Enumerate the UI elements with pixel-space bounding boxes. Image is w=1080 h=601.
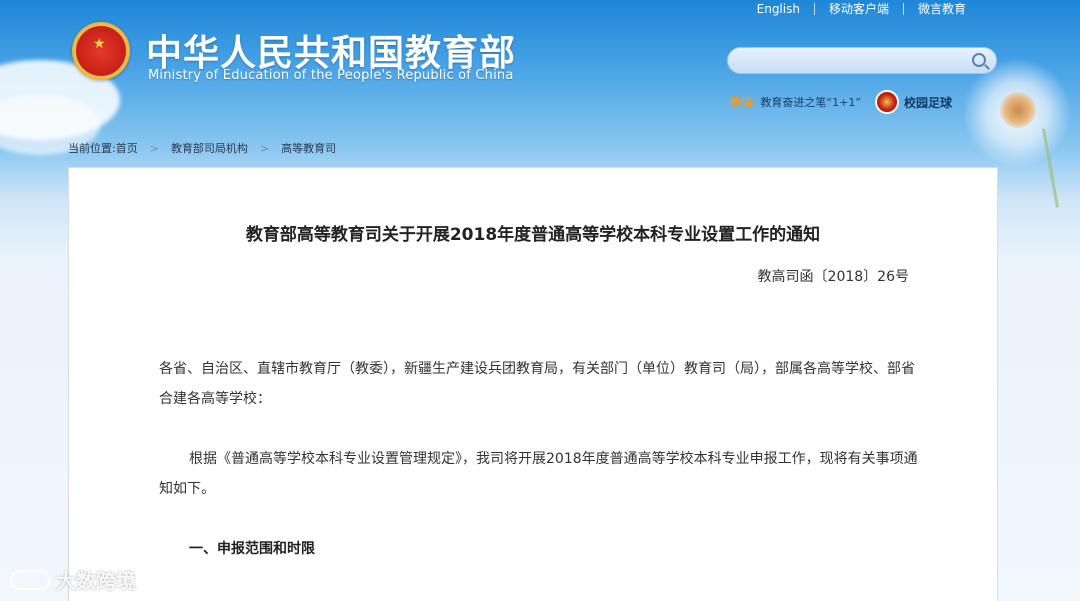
hot-word-link[interactable]: 教育奋进之笔“1+1” <box>760 94 861 110</box>
watermark-logo-icon <box>10 569 50 590</box>
site-subtitle: Ministry of Education of the People's Re… <box>148 68 514 83</box>
breadcrumb-prefix: 当前位置: <box>68 142 116 155</box>
watermark: 大数跨境 <box>10 565 136 594</box>
article-paragraph: 各省、自治区、直辖市教育厅（教委），新疆生产建设兵团教育局，有关部门（单位）教育… <box>159 361 915 407</box>
breadcrumb-home[interactable]: 首页 <box>116 140 138 156</box>
top-links: English 移动客户端 微言教育 <box>743 0 980 17</box>
football-icon[interactable] <box>875 90 900 114</box>
dandelion-core-decoration <box>1000 92 1036 128</box>
hot-words-label: 热词: <box>730 96 757 109</box>
breadcrumb-higher-education[interactable]: 高等教育司 <box>281 140 336 156</box>
article-panel: 教育部高等教育司关于开展2018年度普通高等学校本科专业设置工作的通知 教高司函… <box>68 167 998 601</box>
link-weiyan-jiaoyu[interactable]: 微言教育 <box>904 0 980 17</box>
breadcrumb: 当前位置: 首页 > 教育部司局机构 > 高等教育司 <box>68 140 336 156</box>
link-mobile-client[interactable]: 移动客户端 <box>815 0 903 17</box>
breadcrumb-separator: > <box>149 141 159 155</box>
campus-football-link[interactable]: 校园足球 <box>904 94 952 111</box>
watermark-text: 大数跨境 <box>56 569 136 593</box>
national-emblem-logo[interactable]: ★ <box>72 22 130 80</box>
article-paragraph: 根据《普通高等学校本科专业设置管理规定》，我司将开展2018年度普通高等学校本科… <box>159 451 918 497</box>
hot-words: 热词: 教育奋进之笔“1+1” 校园足球 <box>730 90 952 114</box>
search-box <box>727 47 997 74</box>
breadcrumb-departments[interactable]: 教育部司局机构 <box>171 140 248 156</box>
document-number: 教高司函〔2018〕26号 <box>757 269 909 285</box>
article-title: 教育部高等教育司关于开展2018年度普通高等学校本科专业设置工作的通知 <box>245 225 821 245</box>
section-heading: 一、申报范围和时限 <box>189 541 315 557</box>
search-icon[interactable] <box>972 53 986 67</box>
search-input[interactable] <box>740 52 960 70</box>
link-english[interactable]: English <box>743 2 814 16</box>
breadcrumb-separator: > <box>259 141 270 155</box>
